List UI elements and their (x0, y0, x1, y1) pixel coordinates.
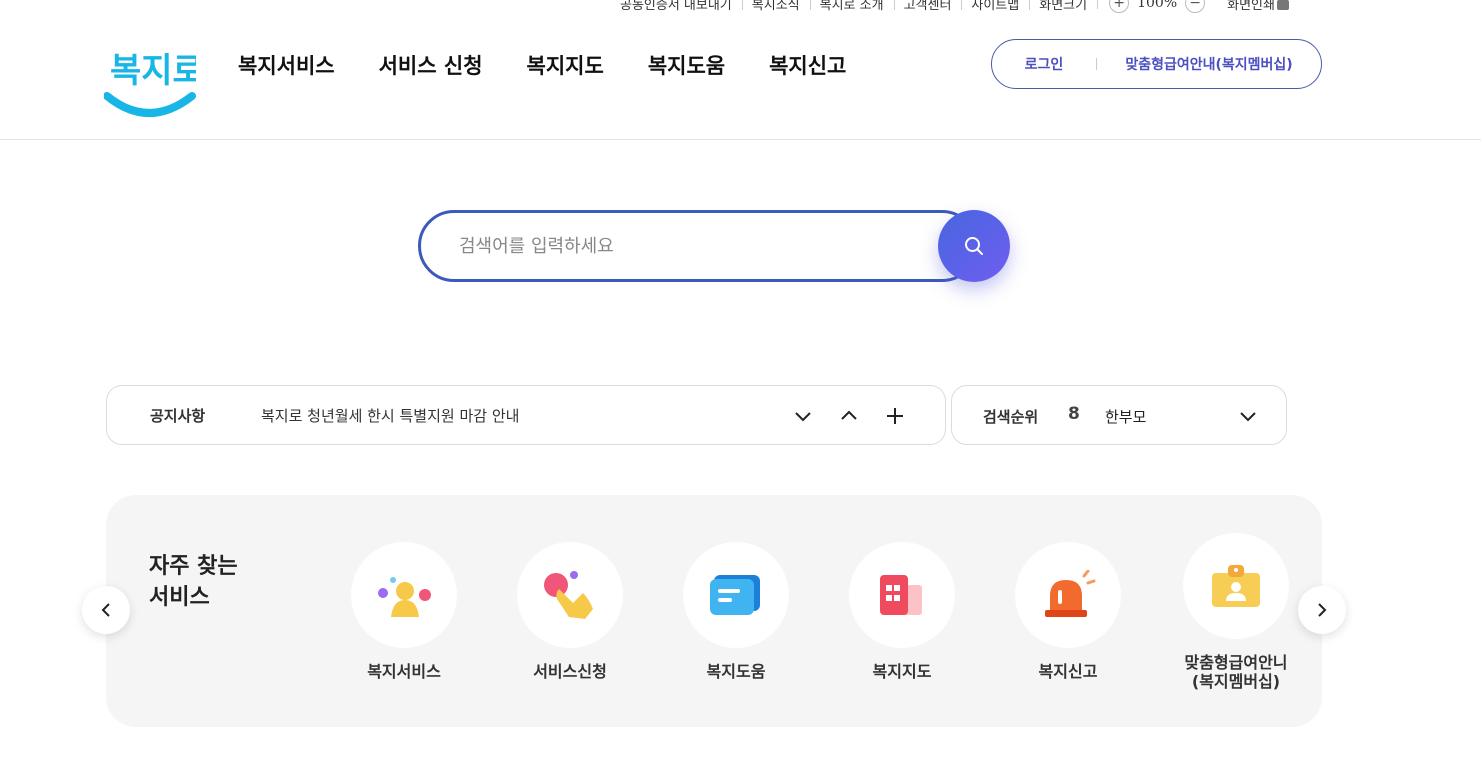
notice-bar: 공지사항 복지로 청년월세 한시 특별지원 마감 안내 (106, 385, 946, 445)
main-nav: 복지서비스 서비스 신청 복지지도 복지도움 복지신고 (238, 50, 846, 80)
chevron-up-icon (841, 410, 857, 420)
service-report[interactable]: 복지신고 (1003, 542, 1133, 681)
service-icon-circle (517, 542, 623, 648)
logo-text: 복지로 (110, 51, 196, 91)
service-icon-circle (1183, 533, 1289, 639)
frequent-title-line1: 자주 찾는 (149, 554, 238, 579)
service-map[interactable]: 복지지도 (837, 542, 967, 681)
chevron-down-icon (795, 412, 811, 422)
search-icon (965, 237, 983, 255)
nav-welfare-help[interactable]: 복지도움 (648, 50, 725, 80)
ranking-number: 8 (1068, 404, 1080, 424)
carousel-next-button[interactable] (1298, 586, 1346, 634)
chevron-left-icon (101, 603, 110, 617)
notice-label: 공지사항 (150, 406, 206, 425)
service-icon-circle (849, 542, 955, 648)
service-icon-circle (683, 542, 789, 648)
nav-welfare-report[interactable]: 복지신고 (769, 50, 846, 80)
id-card-icon (1212, 565, 1260, 607)
service-icon-circle (1015, 542, 1121, 648)
search-button[interactable] (938, 210, 1010, 282)
search-ranking: 검색순위 8 한부모 (951, 385, 1287, 445)
ranking-expand-button[interactable] (1233, 401, 1263, 431)
search-area (418, 210, 1010, 282)
message-icon (710, 575, 760, 615)
service-label-line1: 맞춤형급여안니 (1184, 653, 1288, 672)
nav-welfare-service[interactable]: 복지서비스 (238, 50, 335, 80)
ranking-label: 검색순위 (983, 408, 1039, 426)
plus-icon (887, 408, 903, 424)
hand-tap-icon (544, 571, 593, 619)
service-label: 맞춤형급여안니 (복지멤버십) (1171, 653, 1301, 691)
person-icon (378, 577, 431, 617)
login-box: 로그인 맞춤형급여안내(복지멤버십) (991, 39, 1322, 89)
service-label: 복지신고 (1038, 662, 1098, 681)
membership-button[interactable]: 맞춤형급여안내(복지멤버십) (1097, 54, 1321, 74)
service-label: 복지도움 (706, 662, 766, 681)
notice-text[interactable]: 복지로 청년월세 한시 특별지원 마감 안내 (261, 405, 519, 426)
service-welfare[interactable]: 복지서비스 (339, 542, 469, 681)
service-help[interactable]: 복지도움 (671, 542, 801, 681)
siren-icon (1045, 570, 1096, 617)
chevron-down-icon (1240, 412, 1256, 422)
service-apply[interactable]: 서비스신청 (505, 542, 635, 681)
frequent-title-line2: 서비스 (149, 585, 210, 610)
ranking-keyword[interactable]: 한부모 (1105, 406, 1146, 427)
nav-welfare-map[interactable]: 복지지도 (527, 50, 604, 80)
search-input[interactable] (418, 210, 978, 282)
service-label: 복지서비스 (367, 662, 441, 681)
service-label: 서비스신청 (533, 662, 607, 681)
service-icon-circle (351, 542, 457, 648)
service-label: 복지지도 (872, 662, 932, 681)
header: 복지로 복지서비스 서비스 신청 복지지도 복지도움 복지신고 로그인 맞춤형급… (0, 0, 1481, 140)
chevron-right-icon (1318, 603, 1327, 617)
carousel-prev-button[interactable] (82, 586, 130, 634)
nav-service-apply[interactable]: 서비스 신청 (379, 50, 483, 80)
frequent-title: 자주 찾는 서비스 (149, 551, 238, 613)
service-label-line2: (복지멤버십) (1191, 672, 1281, 691)
notice-more-button[interactable] (880, 401, 910, 431)
service-membership[interactable]: 맞춤형급여안니 (복지멤버십) (1171, 533, 1301, 691)
notice-next-button[interactable] (788, 401, 818, 431)
frequent-services: 자주 찾는 서비스 복지서비스 서비스신청 복지도움 복지지도 복지신고 맞춤형… (106, 495, 1322, 727)
login-button[interactable]: 로그인 (992, 54, 1096, 74)
bokjiro-logo[interactable]: 복지로 (104, 38, 196, 120)
notice-prev-button[interactable] (834, 401, 864, 431)
map-icon (880, 575, 922, 615)
